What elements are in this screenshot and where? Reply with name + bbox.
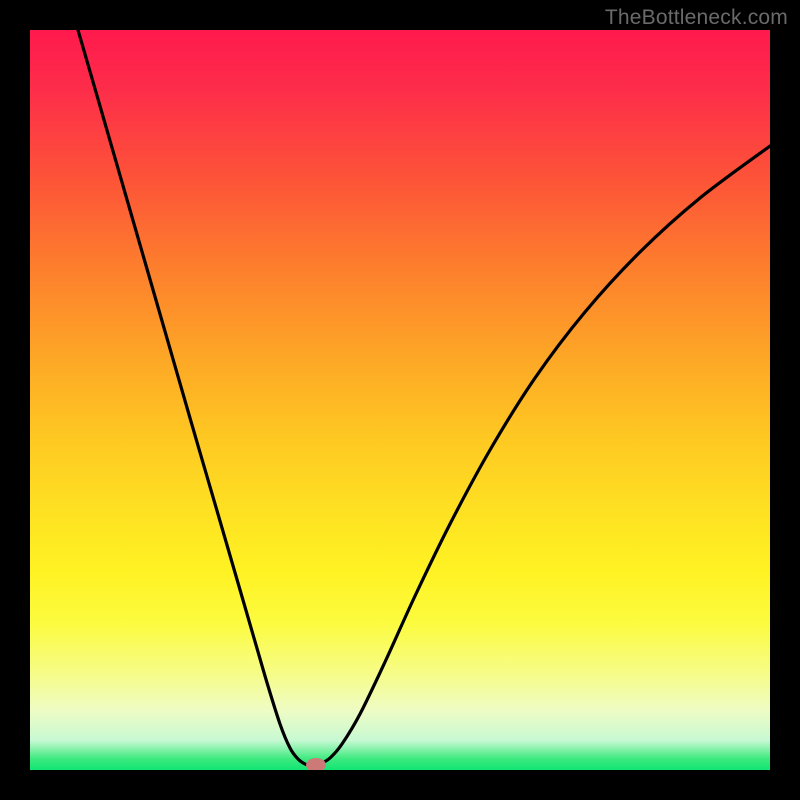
watermark-text: TheBottleneck.com <box>605 6 788 30</box>
bottleneck-curve-line <box>78 30 770 766</box>
chart-frame <box>30 30 770 770</box>
chart-curve-svg <box>30 30 770 770</box>
optimal-point-marker <box>306 758 326 770</box>
